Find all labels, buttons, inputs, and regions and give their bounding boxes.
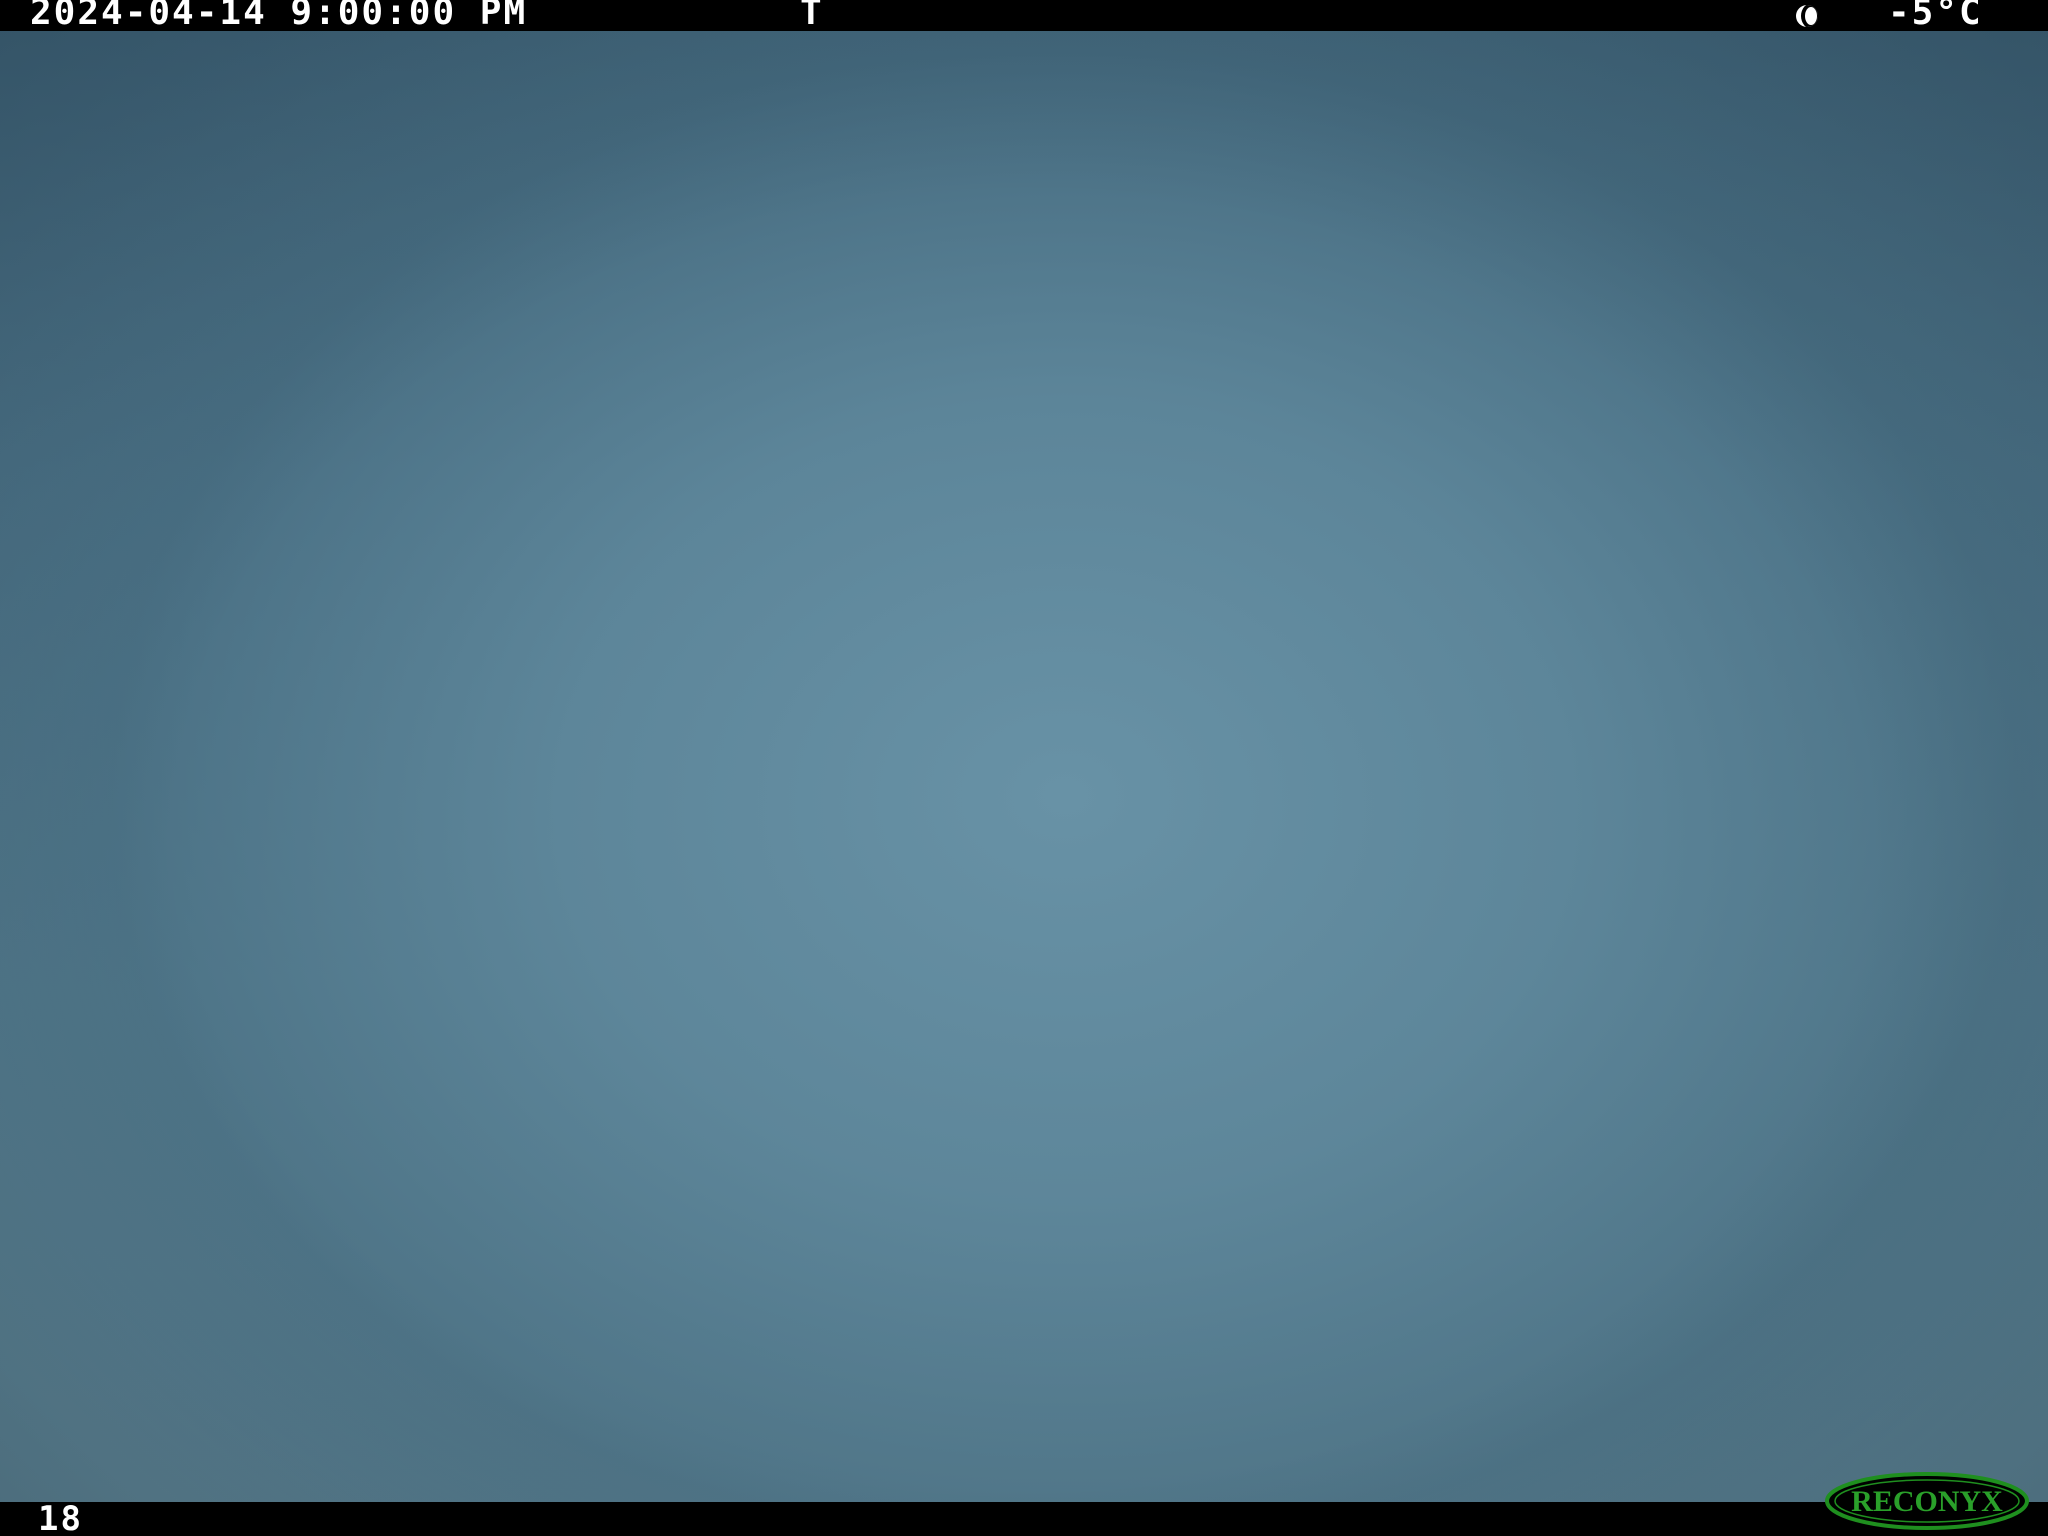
reconyx-logo: RECONYX <box>1825 1472 2029 1530</box>
svg-text:RECONYX: RECONYX <box>1851 1485 2003 1518</box>
info-bar-top: 2024-04-14 9:00:00 PM T -5°C <box>0 0 2048 31</box>
frame-number-text: 18 <box>38 1499 83 1536</box>
info-bar-bottom: 18 <box>0 1502 2048 1536</box>
timestamp-text: 2024-04-14 9:00:00 PM <box>30 0 528 31</box>
sky-photo <box>0 31 2048 1502</box>
camera-trap-frame: 2024-04-14 9:00:00 PM T -5°C 18 RECONYX <box>0 0 2048 1536</box>
trigger-mode-text: T <box>800 0 824 31</box>
moon-phase-icon <box>1796 5 1818 27</box>
temperature-text: -5°C <box>1888 0 1983 31</box>
